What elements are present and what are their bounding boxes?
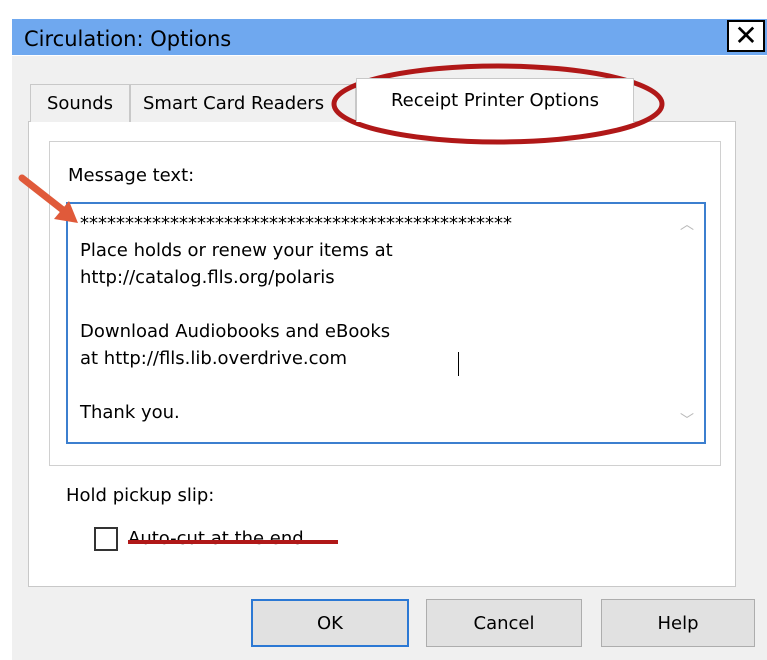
message-text-label: Message text: bbox=[68, 165, 195, 186]
tab-sounds[interactable]: Sounds bbox=[30, 84, 130, 122]
title-bar[interactable]: Circulation: Options ✕ bbox=[0, 0, 767, 56]
tab-label: Smart Card Readers bbox=[143, 93, 325, 114]
cancel-button-label: Cancel bbox=[473, 612, 535, 634]
ok-button-label: OK bbox=[317, 612, 343, 634]
scroll-down-icon[interactable]: ﹀ bbox=[678, 412, 696, 430]
tab-label: Sounds bbox=[46, 93, 114, 114]
help-button[interactable]: Help bbox=[601, 599, 755, 647]
window-title: Circulation: Options bbox=[24, 27, 232, 51]
scroll-up-icon[interactable]: ︿ bbox=[678, 216, 696, 234]
options-dialog: Circulation: Options ✕ Sounds Smart Card… bbox=[0, 0, 767, 660]
ok-button[interactable]: OK bbox=[251, 599, 409, 647]
message-text-content: ****************************************… bbox=[80, 213, 512, 423]
hold-pickup-label: Hold pickup slip: bbox=[66, 485, 215, 506]
help-button-label: Help bbox=[657, 612, 699, 634]
autocut-checkbox[interactable] bbox=[94, 527, 118, 551]
tab-receipt-printer-options[interactable]: Receipt Printer Options bbox=[356, 78, 634, 122]
tab-label: Receipt Printer Options bbox=[390, 90, 599, 111]
autocut-label[interactable]: Auto-cut at the end bbox=[128, 528, 304, 549]
message-textarea[interactable]: ****************************************… bbox=[66, 202, 706, 444]
tab-smart-card-readers[interactable]: Smart Card Readers bbox=[130, 84, 356, 122]
close-button[interactable]: ✕ bbox=[727, 20, 765, 52]
text-caret bbox=[458, 352, 459, 376]
strikethrough-annotation bbox=[128, 540, 338, 544]
close-icon: ✕ bbox=[734, 19, 758, 52]
window-edge bbox=[0, 0, 12, 660]
vertical-scrollbar[interactable]: ︿ ﹀ bbox=[670, 204, 704, 442]
cancel-button[interactable]: Cancel bbox=[426, 599, 582, 647]
